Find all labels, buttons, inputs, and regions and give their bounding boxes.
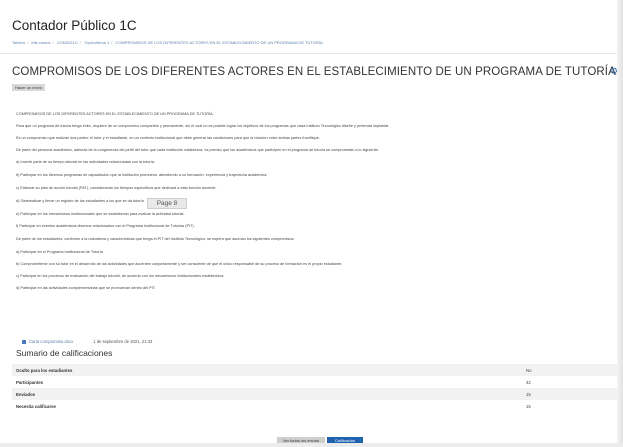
description-line: b) Comprometerse con su tutor en el desa… bbox=[16, 262, 343, 266]
table-row: Oculto para los estudiantes No bbox=[12, 364, 618, 376]
breadcrumb-item-course[interactable]: CONZ021C bbox=[57, 40, 78, 45]
description-line: COMPROMISOS DE LOS DIFERENTES ACTORES EN… bbox=[16, 112, 214, 116]
description-line: a) Invertir parte de su tiempo laboral e… bbox=[16, 160, 155, 164]
description-line: b) Participar en los diversos programas … bbox=[16, 173, 268, 177]
row-value: No bbox=[526, 367, 532, 373]
site-title: Contador Público 1C bbox=[12, 18, 137, 33]
description-line: f) Participar en eventos académicos dive… bbox=[16, 224, 195, 228]
document-icon bbox=[22, 339, 26, 344]
row-label: Participantes bbox=[16, 379, 43, 385]
submit-badge[interactable]: Hacer un envío bbox=[12, 84, 46, 91]
page-frame: Contador Público 1C Tablero / Mis cursos /… bbox=[0, 0, 623, 447]
description-line: d) Participar en las actividades complem… bbox=[16, 286, 156, 290]
description-line: a) Participar en el Programa Institucion… bbox=[16, 250, 104, 254]
row-label: Necesita calificarse bbox=[16, 403, 56, 409]
description-line: Para que un programa de tutoría tenga éx… bbox=[16, 124, 390, 128]
page-number-tooltip: Page 8 bbox=[147, 198, 187, 209]
grading-summary-heading: Sumario de calificaciones bbox=[16, 348, 113, 358]
row-label: Oculto para los estudiantes bbox=[16, 367, 73, 373]
breadcrumb-item-my-courses[interactable]: Mis cursos bbox=[31, 40, 50, 45]
breadcrumb-item-dashboard[interactable]: Tablero bbox=[12, 40, 25, 45]
description-line: De parte de los estudiantes, conforme a … bbox=[16, 237, 295, 241]
row-value: 15 bbox=[526, 391, 531, 397]
row-label: Enviados bbox=[16, 391, 36, 397]
attachment-link[interactable]: Carta compromiso.docx bbox=[29, 339, 73, 344]
description-line: d) Sistematizar y llevar un registro de … bbox=[16, 199, 145, 203]
page-title: COMPROMISOS DE LOS DIFERENTES ACTORES EN… bbox=[12, 66, 620, 78]
description-line: Es un compromiso que realizan dos partes… bbox=[16, 136, 320, 140]
breadcrumb-item-topic[interactable]: Tópico/tema 1 bbox=[84, 40, 109, 45]
description-line: e) Participar en los mecanismos instituc… bbox=[16, 212, 185, 216]
row-value: 42 bbox=[526, 379, 531, 385]
window-edge bbox=[0, 443, 623, 447]
table-row: Participantes 42 bbox=[12, 376, 618, 388]
table-row: Necesita calificarse 15 bbox=[12, 400, 618, 412]
divider bbox=[0, 53, 617, 54]
description-line: c) Participar en los procesos de evaluac… bbox=[16, 274, 225, 278]
description-line: c) Elaborar su plan de acción tutorial (… bbox=[16, 186, 217, 190]
attachment-row: Carta compromiso.docx 1 de septiembre de … bbox=[22, 339, 152, 344]
row-value: 15 bbox=[526, 403, 531, 409]
breadcrumb: Tablero / Mis cursos / CONZ021C / Tópico/te… bbox=[12, 40, 324, 45]
attachment-date: 1 de septiembre de 2021, 21:33 bbox=[93, 339, 153, 344]
table-row: Enviados 15 bbox=[12, 388, 618, 400]
description-line: De parte del personal académico, además … bbox=[16, 148, 379, 152]
window-edge bbox=[617, 0, 623, 447]
breadcrumb-item-activity[interactable]: COMPROMISOS DE LOS DIFERENTES ACTORES EN… bbox=[115, 40, 323, 45]
